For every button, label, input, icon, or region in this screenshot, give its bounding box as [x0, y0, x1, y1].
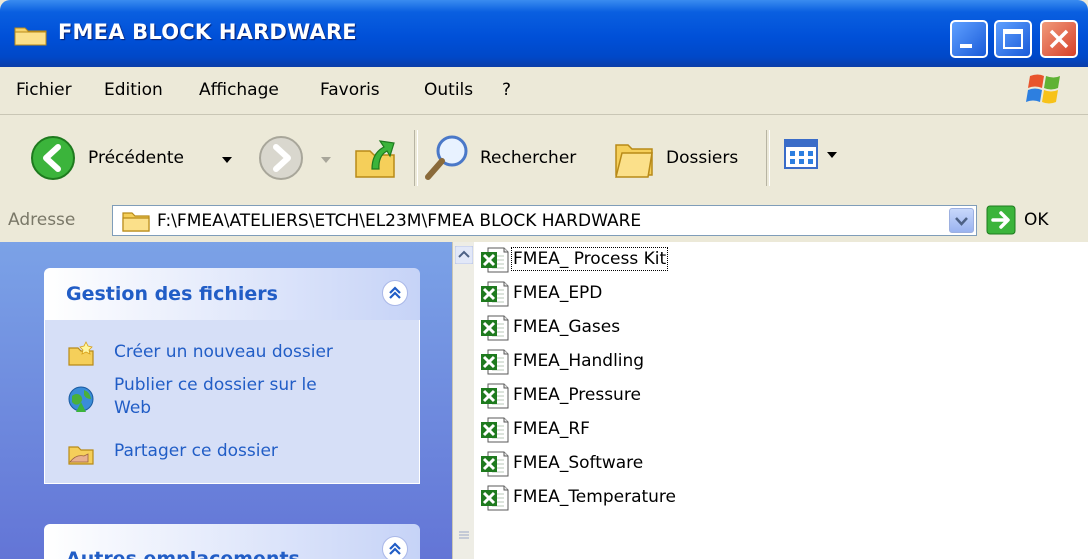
menu-bar: Fichier Edition Affichage Favoris Outils…	[0, 67, 1088, 115]
minimize-icon	[960, 44, 972, 48]
address-dropdown-button[interactable]	[949, 208, 974, 233]
collapse-button[interactable]	[382, 536, 408, 559]
forward-arrow-icon	[259, 136, 303, 180]
task-pane: Gestion des fichiers Créer un nouveau do…	[0, 242, 452, 559]
toolbar: Précédente Rechercher Dossiers	[0, 115, 1088, 202]
maximize-icon	[1003, 29, 1023, 49]
forward-button[interactable]	[258, 133, 348, 183]
windows-logo-icon	[1026, 74, 1060, 104]
folder-icon	[14, 27, 47, 46]
go-label: OK	[1024, 210, 1049, 230]
window-title: FMEA BLOCK HARDWARE	[58, 20, 357, 44]
file-name: FMEA_Gases	[513, 317, 621, 337]
new-folder-icon	[68, 341, 94, 366]
excel-file-icon	[481, 247, 509, 273]
explorer-window: FMEA BLOCK HARDWARE Fichier Edition Affi…	[0, 0, 1088, 559]
address-input[interactable]: F:\FMEA\ATELIERS\ETCH\EL23M\FMEA BLOCK H…	[112, 205, 977, 236]
menu-help[interactable]: ?	[502, 80, 511, 100]
file-name: FMEA_Handling	[513, 351, 645, 371]
file-tasks-header[interactable]: Gestion des fichiers	[44, 268, 420, 320]
excel-file-icon	[481, 417, 509, 443]
file-name: FMEA_EPD	[513, 283, 603, 303]
excel-file-icon	[481, 485, 509, 511]
back-arrow-icon	[31, 136, 75, 180]
task-publish-web-line2[interactable]: Web	[114, 397, 151, 419]
dropdown-arrow-icon	[222, 157, 232, 163]
task-new-folder[interactable]: Créer un nouveau dossier	[114, 341, 333, 363]
menu-fichier[interactable]: Fichier	[16, 80, 72, 100]
chevron-down-icon	[955, 217, 968, 226]
close-button[interactable]	[1040, 20, 1078, 58]
menu-affichage[interactable]: Affichage	[199, 80, 279, 100]
file-name: FMEA_Temperature	[513, 487, 677, 507]
up-folder-icon	[355, 140, 395, 178]
file-tasks-title: Gestion des fichiers	[66, 283, 278, 305]
excel-file-icon	[481, 281, 509, 307]
publish-web-icon	[68, 386, 94, 412]
back-label: Précédente	[88, 148, 184, 168]
excel-file-icon	[481, 451, 509, 477]
double-chevron-up-icon	[389, 286, 401, 299]
search-button[interactable]: Rechercher	[424, 133, 594, 183]
views-icon	[784, 139, 818, 169]
dropdown-arrow-icon	[827, 152, 837, 158]
address-bar: Adresse F:\FMEA\ATELIERS\ETCH\EL23M\FMEA…	[0, 201, 1088, 241]
menu-favoris[interactable]: Favoris	[320, 80, 380, 100]
maximize-button[interactable]	[994, 20, 1032, 58]
scroll-grip-icon	[459, 531, 469, 539]
address-label: Adresse	[8, 210, 76, 230]
collapse-button[interactable]	[382, 280, 408, 306]
close-icon	[1049, 29, 1069, 49]
double-chevron-up-icon	[389, 542, 401, 555]
scroll-up-arrow-icon[interactable]	[455, 246, 473, 264]
address-path: F:\FMEA\ATELIERS\ETCH\EL23M\FMEA BLOCK H…	[157, 211, 642, 231]
search-icon	[425, 135, 468, 180]
up-folder-button[interactable]	[352, 129, 402, 183]
file-name: FMEA_RF	[513, 419, 590, 439]
toolbar-separator	[766, 130, 770, 186]
dropdown-arrow-icon	[321, 157, 331, 163]
share-folder-icon	[68, 446, 94, 465]
excel-file-icon	[481, 383, 509, 409]
folders-button[interactable]: Dossiers	[612, 133, 752, 183]
search-label: Rechercher	[480, 148, 577, 168]
folders-label: Dossiers	[666, 148, 739, 168]
go-arrow-icon	[986, 205, 1016, 235]
task-share-folder[interactable]: Partager ce dossier	[114, 440, 278, 462]
folders-icon	[615, 144, 653, 178]
menu-edition[interactable]: Edition	[104, 80, 163, 100]
minimize-button[interactable]	[950, 20, 988, 58]
file-name: FMEA_Pressure	[513, 385, 641, 405]
title-bar[interactable]: FMEA BLOCK HARDWARE	[0, 0, 1088, 67]
other-places-header[interactable]: Autres emplacements	[44, 524, 420, 559]
back-button[interactable]: Précédente	[30, 133, 240, 183]
file-name: FMEA_Software	[513, 453, 644, 473]
task-publish-web[interactable]: Publier ce dossier sur le	[114, 374, 317, 396]
excel-file-icon	[481, 315, 509, 341]
toolbar-separator	[414, 130, 418, 186]
folder-icon	[122, 212, 150, 232]
task-pane-scrollbar[interactable]	[452, 242, 475, 559]
file-list: FMEA_ Process Kit FMEA_EPD FMEA_Gases FMEA_…	[474, 242, 1088, 559]
other-places-title: Autres emplacements	[66, 548, 300, 559]
excel-file-icon	[481, 349, 509, 375]
file-name: FMEA_ Process Kit	[510, 247, 669, 271]
menu-outils[interactable]: Outils	[424, 80, 473, 100]
views-button[interactable]	[782, 137, 852, 177]
